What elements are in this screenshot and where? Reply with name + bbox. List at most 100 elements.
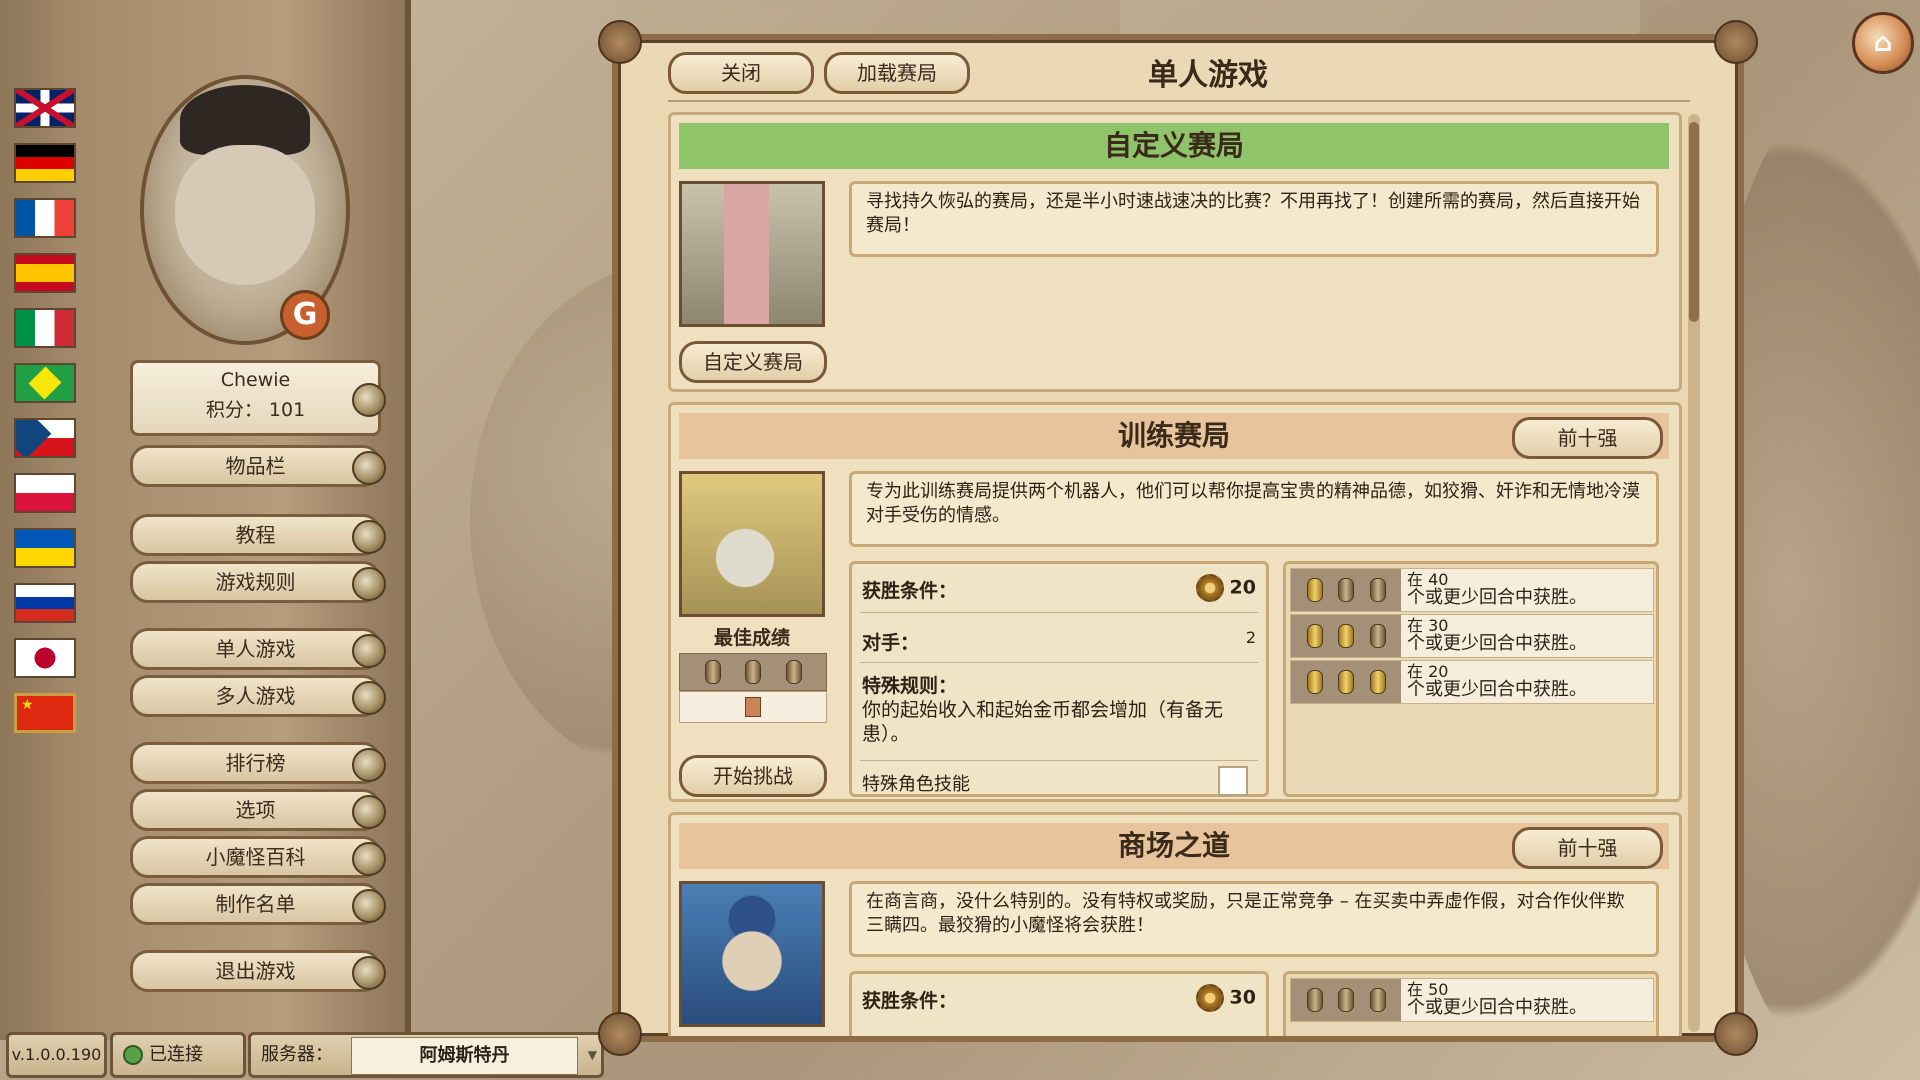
server-value[interactable]: 阿姆斯特丹 [351, 1037, 578, 1075]
language-flags: ★ [6, 88, 92, 748]
multiplayer-label: 多人游戏 [215, 684, 296, 708]
flag-russian-icon[interactable] [14, 583, 76, 623]
medal-icon [1369, 624, 1386, 648]
mall-top10-button[interactable]: 前十强 [1512, 827, 1663, 869]
rules-label: 游戏规则 [215, 570, 296, 594]
tutorial-button[interactable]: 教程 [130, 514, 386, 556]
close-button[interactable]: 关闭 [668, 52, 814, 94]
start-challenge-button[interactable]: 开始挑战 [679, 755, 827, 797]
mall-description: 在商言商，没什么特别的。没有特权或奖励，只是正常竞争 – 在买卖中弄虚作假，对合… [849, 881, 1659, 957]
connection-label: 已连接 [149, 1044, 203, 1065]
flag-english-icon[interactable] [14, 88, 76, 128]
training-top10-button[interactable]: 前十强 [1512, 417, 1663, 459]
flag-french-icon[interactable] [14, 198, 76, 238]
goal-row: 在 30 个或更少回合中获胜。 [1290, 614, 1654, 658]
medal-icon [1306, 670, 1323, 694]
goal-medals [1291, 569, 1401, 611]
training-goals-box: 在 40 个或更少回合中获胜。 在 30 个或更少回合中获胜。 在 20 个或更少回合… [1283, 561, 1659, 797]
medal-icon [1306, 988, 1323, 1012]
win-condition-value-group: 20 [1195, 574, 1256, 602]
leaderboard-button[interactable]: 排行榜 [130, 742, 386, 784]
medal-icon [1338, 578, 1354, 602]
flag-ukrainian-icon[interactable] [14, 528, 76, 568]
knob-icon [352, 795, 386, 829]
score-label: 积分： [205, 399, 263, 421]
quit-button[interactable]: 退出游戏 [130, 950, 386, 992]
goal-text: 在 20 个或更少回合中获胜。 [1407, 663, 1587, 699]
chevron-down-icon[interactable]: ▼ [588, 1035, 597, 1075]
inventory-label: 物品栏 [225, 454, 286, 478]
knob-icon [352, 956, 386, 990]
gear-icon [1195, 984, 1224, 1012]
credits-button[interactable]: 制作名单 [130, 883, 386, 925]
connected-icon [123, 1045, 143, 1065]
training-heading: 训练赛局 前十强 [679, 413, 1669, 459]
win-condition-value: 30 [1229, 986, 1256, 1009]
goal-desc: 个或更少回合中获胜。 [1407, 679, 1587, 700]
goblinpedia-button[interactable]: 小魔怪百科 [130, 836, 386, 878]
goal-desc: 个或更少回合中获胜。 [1407, 587, 1587, 608]
g-badge-icon: G [280, 290, 330, 340]
special-role-label: 特殊角色技能 [862, 774, 970, 795]
rules-button[interactable]: 游戏规则 [130, 561, 386, 603]
game-mode-list: 自定义赛局 寻找持久恢弘的赛局，还是半小时速战速决的比赛？不用再找了！创建所需的… [668, 112, 1698, 1036]
flag-brazilian-icon[interactable] [14, 363, 76, 403]
opponents-label: 对手： [862, 632, 920, 654]
goal-medals [1291, 661, 1401, 703]
flag-japanese-icon[interactable] [14, 638, 76, 678]
best-score-card [679, 691, 827, 723]
medal-icon [1306, 624, 1323, 648]
flag-spanish-icon[interactable] [14, 253, 76, 293]
flag-chinese-icon[interactable]: ★ [14, 693, 76, 733]
flag-german-icon[interactable] [14, 143, 76, 183]
divider [860, 612, 1258, 613]
goal-medals [1291, 615, 1401, 657]
goblin-face-icon [175, 145, 315, 285]
special-rules-text: 你的起始收入和起始金币都会增加（有备无患）。 [862, 699, 1224, 745]
mall-image [679, 881, 825, 1027]
win-condition-value-group: 30 [1195, 984, 1256, 1012]
training-image [679, 471, 825, 617]
corner-ornament-icon [1714, 20, 1758, 64]
training-section: 训练赛局 前十强 专为此训练赛局提供两个机器人，他们可以帮你提高宝贵的精神品德，… [668, 402, 1682, 802]
opponents-value: 2 [1245, 628, 1256, 647]
gear-icon [1195, 574, 1224, 602]
corner-ornament-icon [598, 20, 642, 64]
medal-icon [1338, 624, 1354, 648]
flag-polish-icon[interactable] [14, 473, 76, 513]
knob-icon [352, 520, 386, 554]
special-role-checkbox[interactable] [1218, 766, 1248, 796]
multiplayer-button[interactable]: 多人游戏 [130, 675, 386, 717]
medal-icon [1369, 670, 1386, 694]
single-player-button[interactable]: 单人游戏 [130, 628, 386, 670]
divider [860, 760, 1258, 761]
server-label: 服务器： [261, 1044, 333, 1065]
tutorial-label: 教程 [235, 523, 276, 547]
special-rules-row: 特殊规则： 你的起始收入和起始金币都会增加（有备无患）。 [862, 674, 1256, 746]
custom-game-description: 寻找持久恢弘的赛局，还是半小时速战速决的比赛？不用再找了！创建所需的赛局，然后直… [849, 181, 1659, 257]
exit-door-icon[interactable]: ⌂ [1852, 12, 1914, 74]
divider [668, 100, 1690, 102]
medal-icon [1338, 670, 1354, 694]
options-button[interactable]: 选项 [130, 789, 386, 831]
score-value: 101 [268, 399, 306, 421]
leaderboard-label: 排行榜 [225, 751, 286, 775]
win-condition-label: 获胜条件： [862, 580, 958, 602]
best-score-label: 最佳成绩 [713, 627, 790, 649]
inventory-button[interactable]: 物品栏 [130, 445, 386, 487]
flag-czech-icon[interactable] [14, 418, 76, 458]
medal-icon [1306, 578, 1323, 602]
sidebar: ★ G Chewie 积分： 101 物品栏 教程 游戏规则 单人游戏 多人游戏… [0, 0, 411, 1040]
divider [860, 662, 1258, 663]
quit-label: 退出游戏 [215, 959, 296, 983]
flag-italian-icon[interactable] [14, 308, 76, 348]
corner-ornament-icon [1714, 1012, 1758, 1056]
mall-goals-box: 在 50 个或更少回合中获胜。 [1283, 971, 1659, 1036]
goal-row: 在 40 个或更少回合中获胜。 [1290, 568, 1654, 612]
custom-game-button[interactable]: 自定义赛局 [679, 341, 827, 383]
load-game-button[interactable]: 加载赛局 [824, 52, 970, 94]
medal-icon [745, 660, 761, 684]
server-selector[interactable]: 服务器： 阿姆斯特丹 ▼ [248, 1032, 604, 1078]
knob-icon [352, 451, 386, 485]
goal-text: 在 50 个或更少回合中获胜。 [1407, 981, 1587, 1017]
